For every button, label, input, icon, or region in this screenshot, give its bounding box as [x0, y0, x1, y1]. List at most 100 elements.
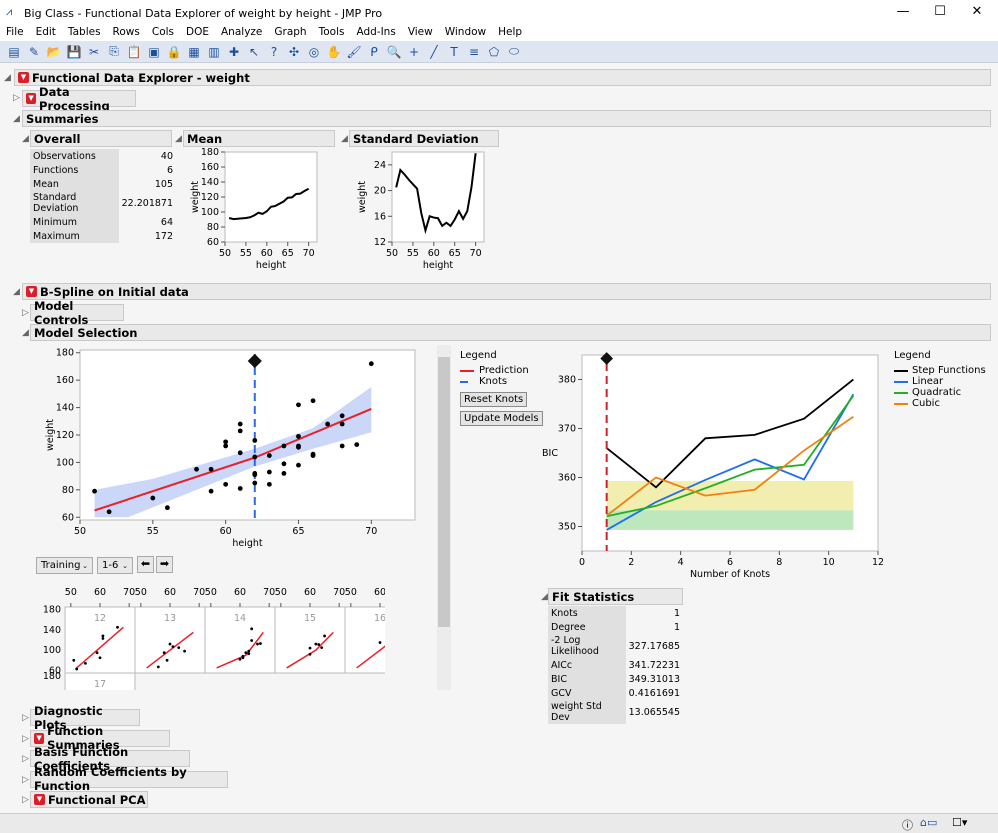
reset-knots-button[interactable]: Reset Knots: [460, 392, 528, 407]
home-icon[interactable]: ⌂▭: [920, 816, 937, 829]
bspline-header[interactable]: ▼ B-Spline on Initial data: [22, 283, 991, 300]
close-button[interactable]: ✕: [962, 4, 992, 19]
legend-knots[interactable]: Knots: [479, 376, 507, 387]
plus-icon[interactable]: +: [406, 45, 422, 59]
disclosure-icon[interactable]: ▷: [22, 734, 29, 744]
data-point: [156, 665, 160, 669]
disclosure-icon[interactable]: ◢: [13, 114, 20, 124]
journal-icon[interactable]: ▣: [146, 45, 162, 59]
brush-icon[interactable]: 🖌: [346, 45, 362, 59]
legend-item[interactable]: Quadratic: [912, 387, 961, 398]
menu-rows[interactable]: Rows: [107, 26, 146, 41]
disclosure-icon[interactable]: ◢: [22, 328, 29, 338]
magnifier-icon[interactable]: 🔍: [386, 45, 402, 59]
data-point: [252, 438, 258, 443]
panel-label: 13: [164, 613, 176, 624]
fit-statistics-header[interactable]: Fit Statistics: [548, 588, 683, 605]
lock-icon[interactable]: 🔒: [166, 45, 182, 59]
red-triangle-menu-icon[interactable]: ▼: [18, 72, 29, 83]
text-icon[interactable]: T: [446, 45, 462, 59]
disclosure-icon[interactable]: ▷: [22, 775, 29, 785]
red-triangle-menu-icon[interactable]: ▼: [34, 732, 45, 744]
mean-header[interactable]: Mean: [183, 130, 335, 147]
crosshair-icon[interactable]: ✣: [286, 45, 302, 59]
copy-icon[interactable]: ⎘: [106, 44, 122, 59]
x-tick-label: 65: [292, 526, 304, 537]
menu-doe[interactable]: DOE: [180, 26, 215, 41]
maximize-button[interactable]: ☐: [925, 4, 955, 19]
section-header[interactable]: ▼ Functional PCA: [30, 791, 148, 808]
menu-cols[interactable]: Cols: [146, 26, 180, 41]
disclosure-icon[interactable]: ◢: [22, 134, 29, 144]
menu-analyze[interactable]: Analyze: [215, 26, 268, 41]
previous-button[interactable]: ⬅: [137, 556, 154, 573]
menu-view[interactable]: View: [402, 26, 439, 41]
menu-window[interactable]: Window: [439, 26, 492, 41]
disclosure-icon[interactable]: ▷: [22, 713, 29, 723]
disclosure-icon[interactable]: ▷: [22, 754, 29, 764]
disclosure-icon[interactable]: ◢: [341, 134, 348, 144]
legend-prediction[interactable]: Prediction: [479, 365, 529, 376]
menu-file[interactable]: File: [0, 26, 30, 41]
next-button[interactable]: ➡: [156, 556, 173, 573]
disclosure-icon[interactable]: ◢: [4, 73, 11, 83]
red-triangle-menu-icon[interactable]: ▼: [26, 286, 37, 297]
disclosure-icon[interactable]: ▷: [22, 795, 29, 805]
section-header[interactable]: Random Coefficients by Function: [30, 765, 228, 793]
legend-item[interactable]: Step Functions: [912, 365, 986, 376]
minimize-button[interactable]: —: [888, 4, 918, 19]
help-icon[interactable]: ?: [266, 45, 282, 59]
menu-edit[interactable]: Edit: [30, 26, 62, 41]
hand-icon[interactable]: ✋: [326, 45, 342, 59]
model-controls-header[interactable]: Model Controls: [30, 299, 124, 327]
cut-icon[interactable]: ✂: [86, 45, 102, 59]
vertical-scrollbar[interactable]: [437, 345, 451, 690]
legend-item[interactable]: Cubic: [912, 398, 940, 409]
disclosure-icon[interactable]: ◢: [541, 592, 548, 602]
menu-add-ins[interactable]: Add-Ins: [350, 26, 401, 41]
info-icon[interactable]: ⓘ: [902, 817, 913, 833]
ellipse-icon[interactable]: ⬭: [506, 44, 522, 59]
std-dev-header[interactable]: Standard Deviation: [349, 130, 499, 147]
target-icon[interactable]: ◎: [306, 45, 322, 59]
menu-tables[interactable]: Tables: [62, 26, 107, 41]
table-row: Knots 1: [548, 606, 683, 620]
menu-graph[interactable]: Graph: [268, 26, 312, 41]
red-triangle-menu-icon[interactable]: ▼: [34, 794, 45, 805]
new-script-icon[interactable]: ✎: [26, 45, 42, 59]
disclosure-icon[interactable]: ▷: [13, 93, 20, 103]
add-icon[interactable]: ✚: [226, 45, 242, 59]
save-icon[interactable]: 💾: [66, 45, 82, 59]
arrow-icon[interactable]: ↖: [246, 45, 262, 59]
disclosure-icon[interactable]: ▷: [22, 308, 29, 318]
list-icon[interactable]: ≡: [466, 45, 482, 59]
arrow-right-icon: ➡: [159, 557, 170, 570]
bars-icon[interactable]: ▥: [206, 45, 222, 59]
disclosure-icon[interactable]: ◢: [175, 134, 182, 144]
scrollbar-thumb[interactable]: [438, 357, 450, 627]
menu-help[interactable]: Help: [492, 26, 528, 41]
red-triangle-menu-icon[interactable]: ▼: [26, 93, 37, 104]
model-selection-header[interactable]: Model Selection: [30, 324, 991, 341]
panel-label: 14: [234, 613, 246, 624]
menu-tools[interactable]: Tools: [313, 26, 351, 41]
line-icon[interactable]: ╱: [426, 45, 442, 59]
bic-plot[interactable]: 0 2 4 6 8 10 12 350 360 370 380 Number of Knots BIC: [540, 345, 890, 580]
paste-icon[interactable]: 📋: [126, 45, 142, 59]
data-processing-header[interactable]: ▼ Data Processing: [22, 85, 136, 113]
function-range-select[interactable]: 1-6 ⌄: [97, 557, 133, 574]
new-data-table-icon[interactable]: ▤: [6, 45, 22, 59]
table-row: Minimum 64: [30, 215, 176, 229]
disclosure-icon[interactable]: ◢: [13, 287, 20, 297]
legend-item[interactable]: Linear: [912, 376, 943, 387]
update-models-button[interactable]: Update Models: [460, 411, 543, 426]
model-selection-plot[interactable]: 50 55 60 65 70 60 80 100 120 140 160 180 height weigh…: [30, 344, 420, 558]
open-icon[interactable]: 📂: [46, 45, 62, 59]
training-select[interactable]: Training ⌄: [36, 557, 93, 574]
summaries-header[interactable]: Summaries: [22, 110, 991, 127]
window-list-icon[interactable]: ☐▾: [952, 816, 967, 829]
lasso-icon[interactable]: ᑭ: [366, 45, 382, 59]
shape-icon[interactable]: ⬠: [486, 45, 502, 59]
data-table-icon[interactable]: ▦: [186, 45, 202, 59]
overall-header[interactable]: Overall: [30, 130, 172, 147]
